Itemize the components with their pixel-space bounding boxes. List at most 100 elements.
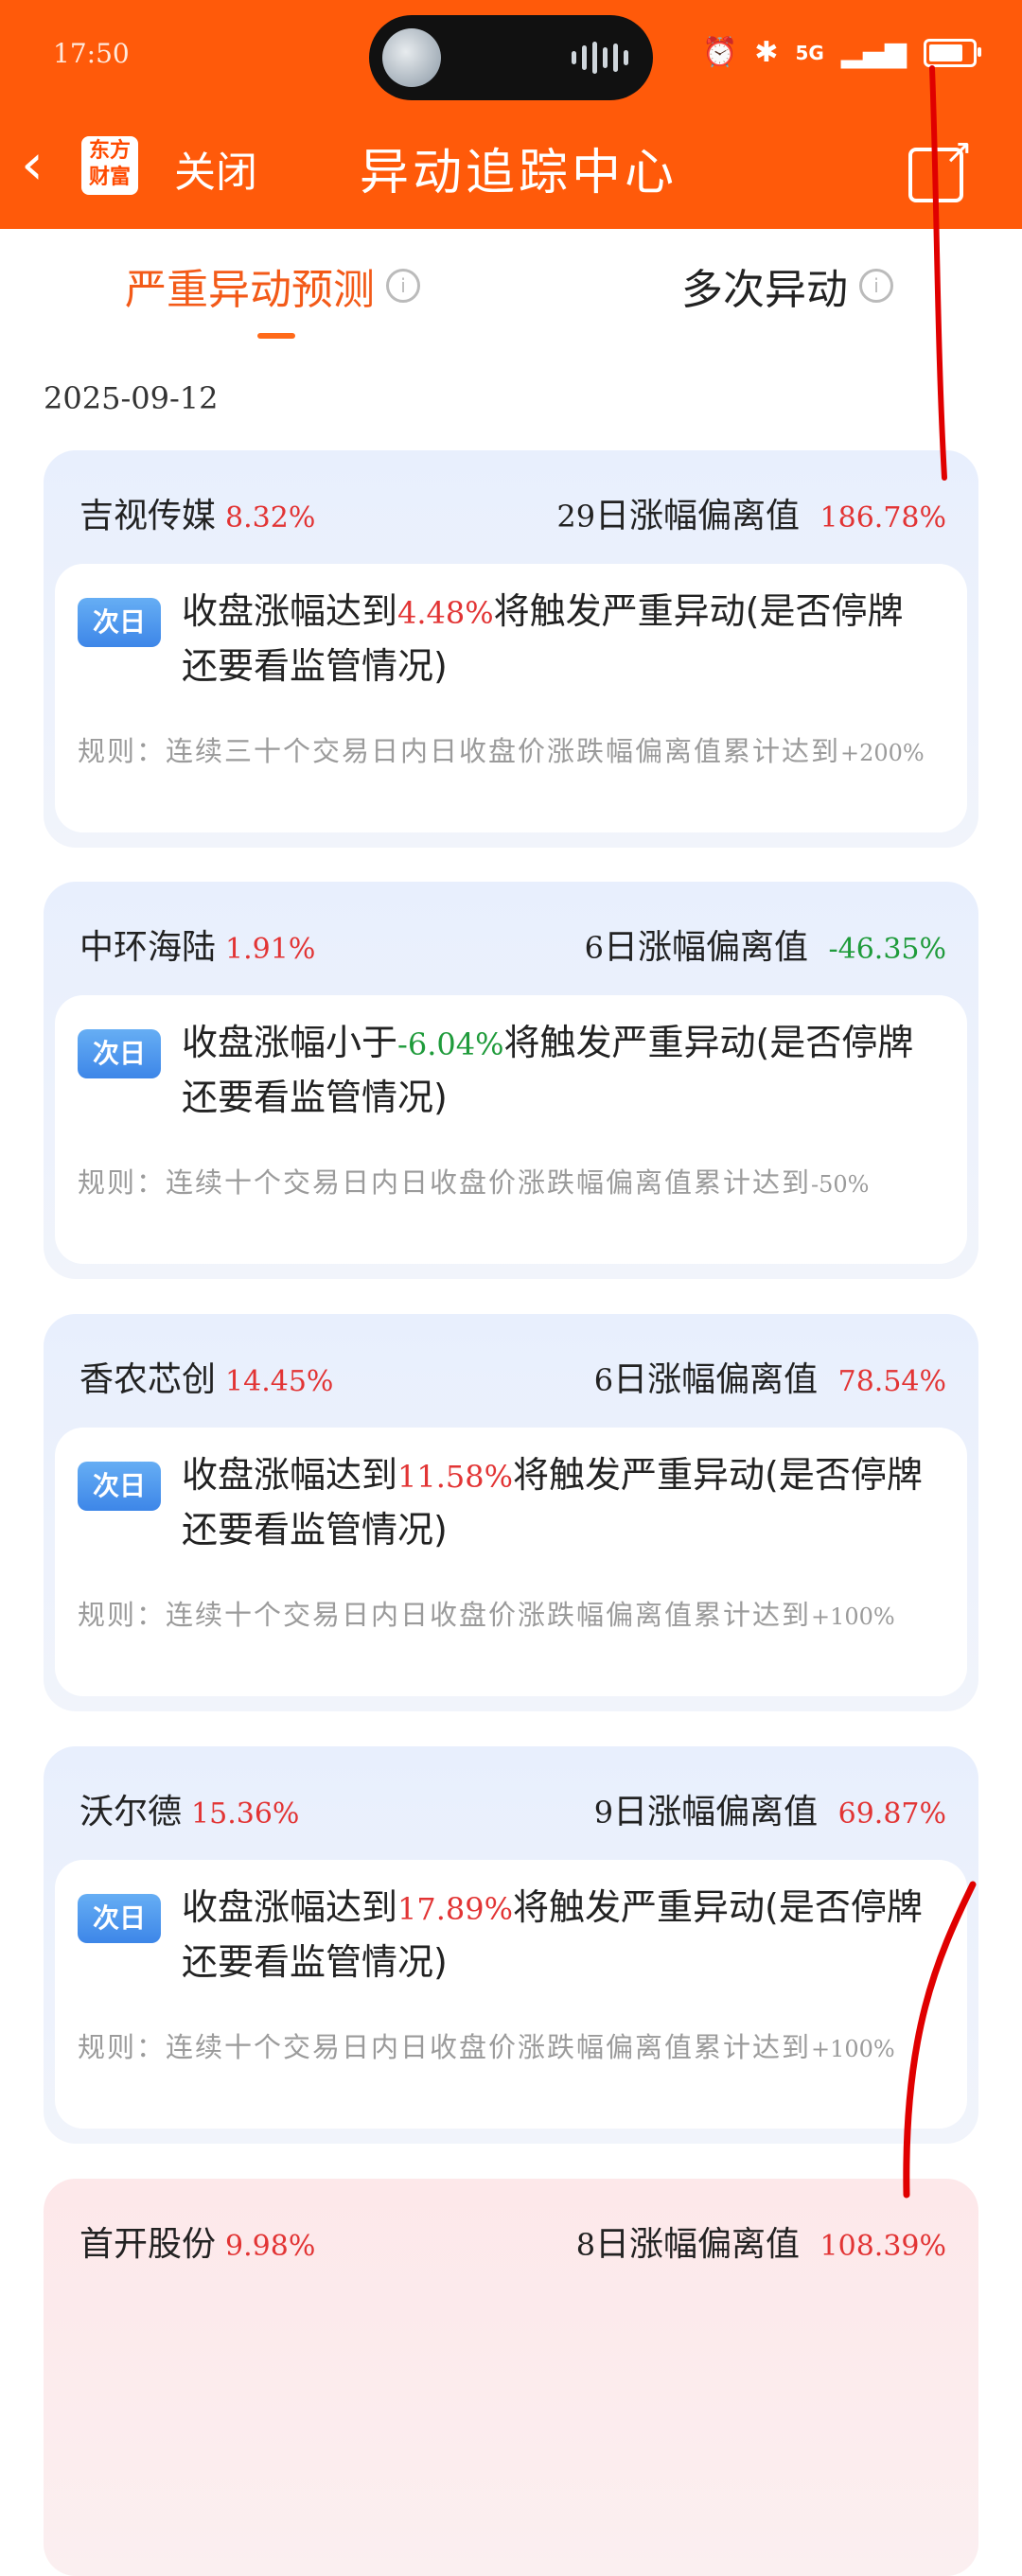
next-day-badge: 次日 <box>78 598 161 647</box>
card-detail: 次日 收盘涨幅达到4.48%将触发严重异动(是否停牌还要看监管情况) 规则：连续… <box>55 564 967 832</box>
page-title: 异动追踪中心 <box>360 145 678 202</box>
rule-body: 规则：连续十个交易日内日收盘价涨跌幅偏离值累计达到 <box>78 2031 812 2063</box>
rule-threshold: +200% <box>840 740 925 766</box>
trigger-threshold: -6.04% <box>397 1026 504 1062</box>
metric-value: 108.39% <box>819 2230 946 2263</box>
network-label: 5G <box>795 41 824 64</box>
metric-value: -46.35% <box>828 933 946 966</box>
share-arrow-icon: ↗ <box>943 132 973 171</box>
chevron-left-icon[interactable]: ‹ <box>21 136 44 193</box>
stock-change-pct: 15.36% <box>191 1797 300 1831</box>
metric-days: 6 <box>584 930 604 966</box>
metric-days: 6 <box>593 1362 614 1398</box>
tab-bar: 严重异动预测 i 多次异动 i <box>0 229 1022 352</box>
card-detail: 次日 收盘涨幅达到17.89%将触发严重异动(是否停牌还要看监管情况) 规则：连… <box>55 1860 967 2129</box>
rule-text: 规则：连续十个交易日内日收盘价涨跌幅偏离值累计达到+100% <box>78 2026 948 2070</box>
trigger-threshold: 17.89% <box>397 1891 514 1927</box>
card-header: 首开股份 9.98% 8日涨幅偏离值 108.39% <box>79 2217 946 2273</box>
card-header: 吉视传媒 8.32% 29日涨幅偏离值 186.78% <box>79 488 946 545</box>
status-icons: ⏰ ✱ 5G ▂▄▆ <box>701 36 981 69</box>
battery-fill <box>929 44 963 61</box>
msg-prefix: 收盘涨幅小于 <box>182 1022 398 1063</box>
msg-prefix: 收盘涨幅达到 <box>182 590 398 632</box>
trigger-message: 收盘涨幅小于-6.04%将触发严重异动(是否停牌还要看监管情况) <box>182 1016 939 1124</box>
anomaly-card[interactable]: 沃尔德 15.36% 9日涨幅偏离值 69.87% 次日 收盘涨幅达到17.89%… <box>44 1746 978 2144</box>
audio-wave-icon <box>572 42 628 74</box>
metric-label: 日涨幅偏离值 <box>595 2225 801 2264</box>
rule-text: 规则：连续十个交易日内日收盘价涨跌幅偏离值累计达到-50% <box>78 1162 948 1205</box>
metric-label: 日涨幅偏离值 <box>595 497 801 535</box>
rule-threshold: +100% <box>811 1603 895 1630</box>
info-icon[interactable]: i <box>859 269 893 303</box>
rule-threshold: -50% <box>811 1171 870 1198</box>
deviation-metric: 6日涨幅偏离值 78.54% <box>594 1352 946 1401</box>
media-thumbnail <box>382 28 441 87</box>
close-button[interactable]: 关闭 <box>174 138 257 199</box>
anomaly-card[interactable]: 香农芯创 14.45% 6日涨幅偏离值 78.54% 次日 收盘涨幅达到11.58… <box>44 1314 978 1711</box>
trigger-threshold: 11.58% <box>397 1459 514 1495</box>
date-label: 2025-09-12 <box>44 380 219 416</box>
top-app-bar: 17:50 ⏰ ✱ 5G ▂▄▆ ‹ 东方 财富 关闭 异动追踪中心 ↗ <box>0 0 1022 229</box>
metric-label: 日涨幅偏离值 <box>613 1793 819 1831</box>
deviation-metric: 29日涨幅偏离值 186.78% <box>556 488 946 537</box>
info-icon[interactable]: i <box>386 269 420 303</box>
tab-label: 多次异动 <box>681 266 848 314</box>
share-icon[interactable]: ↗ <box>908 132 973 202</box>
rule-body: 规则：连续十个交易日内日收盘价涨跌幅偏离值累计达到 <box>78 1599 812 1631</box>
tab-severe-forecast[interactable]: 严重异动预测 i <box>125 255 420 316</box>
trigger-message: 收盘涨幅达到4.48%将触发严重异动(是否停牌还要看监管情况) <box>182 585 939 692</box>
rule-threshold: +100% <box>811 2036 895 2062</box>
bluetooth-icon: ✱ <box>754 36 779 69</box>
tab-label: 严重异动预测 <box>125 266 375 314</box>
metric-value: 69.87% <box>837 1797 946 1831</box>
card-detail: 次日 收盘涨幅达到11.58%将触发严重异动(是否停牌还要看监管情况) 规则：连… <box>55 1428 967 1696</box>
metric-days: 29 <box>556 499 596 534</box>
deviation-metric: 9日涨幅偏离值 69.87% <box>594 1784 946 1833</box>
stock-change-pct: 8.32% <box>225 501 316 534</box>
anomaly-card[interactable]: 吉视传媒 8.32% 29日涨幅偏离值 186.78% 次日 收盘涨幅达到4.48… <box>44 450 978 848</box>
trigger-message: 收盘涨幅达到11.58%将触发严重异动(是否停牌还要看监管情况) <box>182 1448 939 1556</box>
alarm-icon: ⏰ <box>701 36 738 69</box>
anomaly-card[interactable]: 中环海陆 1.91% 6日涨幅偏离值 -46.35% 次日 收盘涨幅小于-6.04… <box>44 882 978 1279</box>
stock-name: 中环海陆 <box>79 928 217 967</box>
card-header: 沃尔德 15.36% 9日涨幅偏离值 69.87% <box>79 1784 946 1841</box>
rule-text: 规则：连续十个交易日内日收盘价涨跌幅偏离值累计达到+100% <box>78 1594 948 1638</box>
metric-value: 186.78% <box>819 501 946 534</box>
next-day-badge: 次日 <box>78 1894 161 1943</box>
card-header: 香农芯创 14.45% 6日涨幅偏离值 78.54% <box>79 1352 946 1409</box>
rule-body: 规则：连续十个交易日内日收盘价涨跌幅偏离值累计达到 <box>78 1166 812 1199</box>
card-header: 中环海陆 1.91% 6日涨幅偏离值 -46.35% <box>79 920 946 976</box>
signal-icon: ▂▄▆ <box>840 36 907 69</box>
next-day-badge: 次日 <box>78 1462 161 1511</box>
metric-days: 9 <box>593 1795 614 1831</box>
deviation-metric: 6日涨幅偏离值 -46.35% <box>585 920 946 969</box>
metric-days: 8 <box>575 2227 596 2263</box>
stock-change-pct: 1.91% <box>225 933 316 966</box>
active-tab-indicator <box>257 333 295 339</box>
battery-icon <box>924 38 981 67</box>
nav-row: ‹ 东方 财富 关闭 异动追踪中心 ↗ <box>0 114 1022 229</box>
tab-multiple-anomalies[interactable]: 多次异动 i <box>681 255 893 316</box>
msg-prefix: 收盘涨幅达到 <box>182 1886 398 1928</box>
stock-name: 沃尔德 <box>79 1793 183 1831</box>
status-time: 17:50 <box>53 38 130 69</box>
anomaly-card[interactable]: 首开股份 9.98% 8日涨幅偏离值 108.39% <box>44 2179 978 2576</box>
logo-line2: 财富 <box>88 166 131 189</box>
deviation-metric: 8日涨幅偏离值 108.39% <box>576 2217 946 2266</box>
next-day-badge: 次日 <box>78 1029 161 1078</box>
stock-change-pct: 14.45% <box>225 1365 334 1398</box>
metric-value: 78.54% <box>837 1365 946 1398</box>
metric-label: 日涨幅偏离值 <box>604 928 809 967</box>
trigger-message: 收盘涨幅达到17.89%将触发严重异动(是否停牌还要看监管情况) <box>182 1881 939 1989</box>
dynamic-island[interactable] <box>369 15 653 100</box>
rule-body: 规则：连续三十个交易日内日收盘价涨跌幅偏离值累计达到 <box>78 735 841 767</box>
metric-label: 日涨幅偏离值 <box>613 1360 819 1399</box>
msg-prefix: 收盘涨幅达到 <box>182 1454 398 1496</box>
card-detail: 次日 收盘涨幅小于-6.04%将触发严重异动(是否停牌还要看监管情况) 规则：连… <box>55 995 967 1264</box>
stock-name: 吉视传媒 <box>79 497 217 535</box>
stock-name: 首开股份 <box>79 2225 217 2264</box>
status-bar: 17:50 ⏰ ✱ 5G ▂▄▆ <box>0 0 1022 114</box>
rule-text: 规则：连续三十个交易日内日收盘价涨跌幅偏离值累计达到+200% <box>78 730 948 774</box>
stock-name: 香农芯创 <box>79 1360 217 1399</box>
trigger-threshold: 4.48% <box>397 595 494 631</box>
